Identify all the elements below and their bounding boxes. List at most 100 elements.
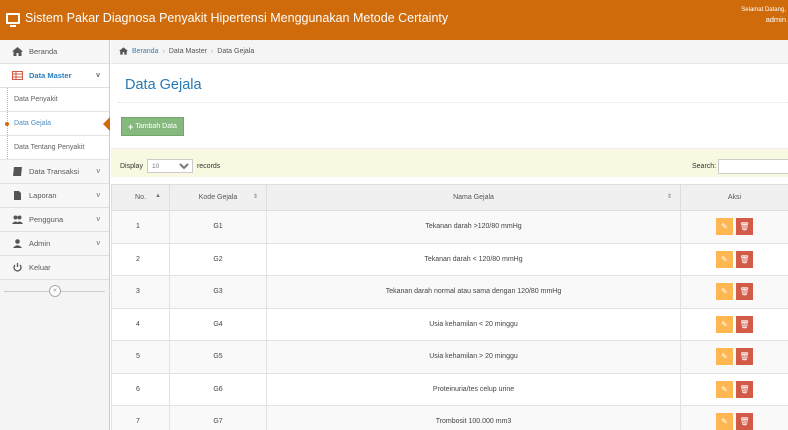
table-row: 5 G5 Usia kehamilan > 20 minggu ✎ 🗑 (111, 340, 788, 374)
sidebar-item-label: Admin (29, 239, 51, 248)
top-navbar: Sistem Pakar Diagnosa Penyakit Hipertens… (0, 0, 788, 40)
home-icon (119, 46, 128, 57)
sidebar-item-beranda[interactable]: Beranda (0, 40, 109, 64)
delete-icon[interactable]: 🗑 (736, 250, 753, 268)
cell-no: 4 (111, 307, 170, 341)
app-title: Sistem Pakar Diagnosa Penyakit Hipertens… (25, 11, 449, 25)
cell-aksi: ✎ 🗑 (680, 307, 788, 341)
delete-icon[interactable]: 🗑 (736, 413, 753, 430)
column-header-no[interactable]: No. ▲ (111, 184, 170, 211)
delete-icon[interactable]: 🗑 (736, 380, 753, 398)
delete-icon[interactable]: 🗑 (736, 283, 753, 301)
edit-icon[interactable]: ✎ (716, 380, 733, 398)
cell-nama: Trombosit 100.000 mm3 (266, 405, 681, 430)
table-row: 4 G4 Usia kehamilan < 20 minggu ✎ 🗑 (111, 307, 788, 341)
page-size-select[interactable]: 10 (146, 159, 193, 173)
cell-no: 7 (111, 405, 170, 430)
page-size-control: Display 10 records (120, 159, 220, 173)
edit-icon[interactable]: ✎ (716, 283, 733, 301)
add-data-label: Tambah Data (135, 123, 177, 130)
cell-nama: Usia kehamilan > 20 minggu (266, 340, 681, 374)
table-row: 2 G2 Tekanan darah < 120/80 mmHg ✎ 🗑 (111, 242, 788, 276)
sidebar-subitem-data-gejala[interactable]: Data Gejala (0, 112, 110, 136)
plus-icon: + (128, 121, 134, 132)
users-icon (12, 215, 23, 224)
sidebar: Beranda Data Master v Data Penyakit Data… (0, 40, 110, 430)
sidebar-item-label: Data Tentang Penyakit (14, 144, 85, 151)
title-divider (118, 102, 788, 103)
breadcrumb-level1[interactable]: Data Master (169, 48, 207, 55)
column-header-nama[interactable]: Nama Gejala ⇕ (266, 184, 681, 211)
sidebar-collapse: « (0, 280, 109, 304)
app-brand[interactable]: Sistem Pakar Diagnosa Penyakit Hipertens… (6, 11, 449, 27)
sort-asc-icon: ▲ (155, 193, 161, 199)
sort-icon: ⇕ (252, 194, 258, 200)
chevron-down-icon: v (96, 192, 101, 199)
column-header-kode[interactable]: Kode Gejala ⇕ (169, 184, 267, 211)
sidebar-item-laporan[interactable]: Laporan v (0, 184, 109, 208)
edit-icon[interactable]: ✎ (716, 348, 733, 366)
power-icon (12, 263, 23, 272)
cell-aksi: ✎ 🗑 (680, 405, 788, 430)
edit-icon[interactable]: ✎ (716, 218, 733, 236)
cell-aksi: ✎ 🗑 (680, 275, 788, 309)
cell-nama: Usia kehamilan < 20 minggu (266, 307, 681, 341)
sidebar-item-label: Data Transaksi (29, 167, 80, 176)
breadcrumb: Beranda › Data Master › Data Gejala (111, 40, 788, 64)
cell-aksi: ✎ 🗑 (680, 340, 788, 374)
home-icon (12, 47, 23, 56)
search-label: Search: (692, 163, 717, 170)
chevron-down-icon: v (96, 72, 100, 79)
sidebar-item-data-transaksi[interactable]: Data Transaksi v (0, 160, 109, 184)
desktop-icon (6, 12, 20, 27)
sidebar-item-label: Beranda (29, 47, 58, 56)
edit-icon[interactable]: ✎ (716, 315, 733, 333)
active-dot-icon (5, 122, 9, 126)
delete-icon[interactable]: 🗑 (736, 315, 753, 333)
chevron-down-icon: v (96, 216, 101, 223)
chevron-down-icon: v (96, 168, 101, 175)
breadcrumb-current: Data Gejala (217, 48, 255, 55)
username: admin (765, 15, 786, 24)
cell-kode: G6 (169, 372, 267, 406)
edit-icon[interactable]: ✎ (716, 250, 733, 268)
sidebar-item-label: Data Gejala (14, 120, 51, 127)
cell-no: 6 (111, 372, 170, 406)
greeting-text: Selamat Datang, (741, 7, 786, 13)
user-menu[interactable]: Selamat Datang, admin (741, 6, 786, 24)
cell-no: 1 (111, 210, 170, 244)
breadcrumb-home-link[interactable]: Beranda (132, 48, 158, 55)
delete-icon[interactable]: 🗑 (736, 218, 753, 236)
chevron-down-icon: v (96, 240, 101, 247)
sidebar-item-pengguna[interactable]: Pengguna v (0, 208, 109, 232)
sidebar-subitem-data-penyakit[interactable]: Data Penyakit (0, 88, 109, 112)
cell-no: 3 (111, 275, 170, 309)
cell-nama: Tekanan darah >120/80 mmHg (266, 210, 681, 244)
breadcrumb-separator: › (162, 48, 165, 55)
active-caret-icon (103, 117, 110, 131)
display-label: Display (120, 162, 143, 170)
delete-icon[interactable]: 🗑 (736, 348, 753, 366)
cell-kode: G2 (169, 242, 267, 276)
sidebar-item-label: Laporan (29, 191, 57, 200)
edit-icon[interactable]: ✎ (716, 413, 733, 430)
gejala-table: No. ▲ Kode Gejala ⇕ Nama Gejala ⇕ Aksi 1… (111, 184, 788, 430)
cell-aksi: ✎ 🗑 (680, 372, 788, 406)
table-header-row: No. ▲ Kode Gejala ⇕ Nama Gejala ⇕ Aksi (111, 184, 788, 211)
collapse-sidebar-icon[interactable]: « (49, 285, 61, 297)
records-label: records (196, 162, 221, 170)
sidebar-item-keluar[interactable]: Keluar (0, 256, 109, 280)
cell-kode: G4 (169, 307, 267, 341)
breadcrumb-separator: › (210, 48, 214, 55)
add-data-button[interactable]: + Tambah Data (121, 117, 184, 136)
sidebar-subitem-data-tentang-penyakit[interactable]: Data Tentang Penyakit (0, 136, 109, 160)
sidebar-item-label: Keluar (29, 263, 51, 272)
sidebar-item-label: Data Master (29, 71, 72, 80)
cell-nama: Tekanan darah normal atau sama dengan 12… (266, 275, 681, 309)
sidebar-item-admin[interactable]: Admin v (0, 232, 109, 256)
search-input[interactable] (718, 159, 788, 174)
page-title: Data Gejala (125, 77, 202, 93)
column-header-aksi: Aksi (680, 184, 788, 211)
cell-kode: G1 (169, 210, 267, 244)
sidebar-item-data-master[interactable]: Data Master v (0, 64, 109, 88)
